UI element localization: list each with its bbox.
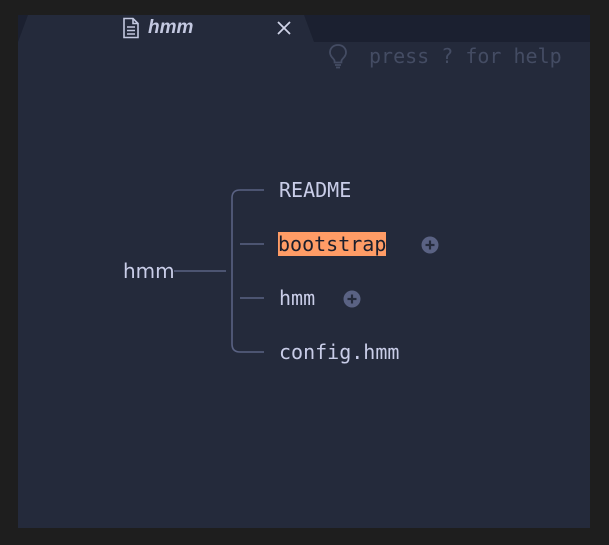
expand-bootstrap-icon[interactable] bbox=[421, 236, 439, 254]
node-readme[interactable]: README bbox=[279, 178, 351, 202]
branch-readme bbox=[231, 189, 264, 199]
root-node[interactable]: hmm bbox=[123, 259, 175, 283]
node-hmm[interactable]: hmm bbox=[279, 286, 315, 310]
node-config-hmm[interactable]: config.hmm bbox=[279, 340, 399, 364]
editor-window: hmm press ? for help hmm README bootstra… bbox=[18, 15, 590, 528]
node-bootstrap[interactable]: bootstrap bbox=[278, 232, 387, 256]
branch-config bbox=[231, 343, 264, 353]
tree-connectors bbox=[174, 189, 264, 353]
expand-hmm-icon[interactable] bbox=[343, 290, 361, 308]
